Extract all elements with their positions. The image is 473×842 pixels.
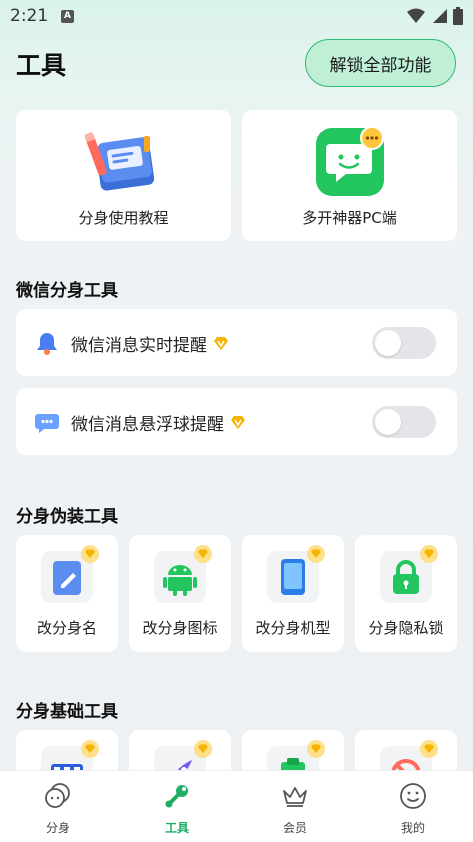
floating-bubble-icon <box>35 414 59 433</box>
rename-clone-label: 改分身名 <box>36 619 97 637</box>
wechat-realtime-alert-toggle[interactable] <box>372 327 436 359</box>
disguise-tools-title: 分身伪装工具 <box>16 507 118 527</box>
nav-tab-vip[interactable]: 会员 <box>255 781 335 836</box>
bottom-nav: 分身 工具 会员 我的 <box>0 770 473 842</box>
status-time: 2:21 <box>10 6 49 26</box>
change-model-tile[interactable]: 改分身机型 <box>242 535 344 652</box>
notification-icon: A <box>61 10 74 23</box>
wechat-realtime-alert-row[interactable]: 微信消息实时提醒 <box>16 309 457 376</box>
vip-diamond-icon <box>81 545 99 563</box>
toggle-knob <box>375 330 401 356</box>
privacy-lock-tile[interactable]: 分身隐私锁 <box>355 535 457 652</box>
vip-diamond-icon <box>194 545 212 563</box>
nav-tab-clone[interactable]: 分身 <box>18 781 98 836</box>
rename-clone-tile[interactable]: 改分身名 <box>16 535 118 652</box>
crown-icon <box>283 787 307 807</box>
wechat-floating-ball-toggle[interactable] <box>372 406 436 438</box>
smile-icon <box>400 783 426 809</box>
wechat-floating-ball-row[interactable]: 微信消息悬浮球提醒 <box>16 388 457 455</box>
lock-icon <box>380 545 438 603</box>
change-icon-label: 改分身图标 <box>142 619 218 637</box>
phone-icon <box>267 545 325 603</box>
vip-diamond-icon <box>307 545 325 563</box>
wechat-realtime-alert-label: 微信消息实时提醒 <box>71 336 207 356</box>
wechat-floating-ball-label: 微信消息悬浮球提醒 <box>71 415 224 435</box>
nav-label-clone: 分身 <box>45 821 70 835</box>
nav-tab-tools[interactable]: 工具 <box>137 781 217 836</box>
tutorial-card[interactable]: 分身使用教程 <box>16 110 231 241</box>
wechat-tools-title: 微信分身工具 <box>16 281 118 301</box>
change-model-label: 改分身机型 <box>255 619 331 637</box>
vip-diamond-icon <box>231 415 245 429</box>
tutorial-label: 分身使用教程 <box>78 209 169 227</box>
wrench-icon <box>165 785 188 808</box>
basic-tools-title: 分身基础工具 <box>16 702 118 722</box>
book-pencil-icon <box>84 122 164 202</box>
privacy-lock-label: 分身隐私锁 <box>368 619 444 637</box>
vip-diamond-icon <box>194 740 212 758</box>
vip-diamond-icon <box>420 740 438 758</box>
status-icons <box>407 7 463 25</box>
toggle-knob <box>375 409 401 435</box>
pc-client-card[interactable]: 多开神器PC端 <box>242 110 457 241</box>
vip-diamond-icon <box>307 740 325 758</box>
vip-diamond-icon <box>81 740 99 758</box>
status-bar: 2:21 A <box>0 0 473 32</box>
vip-diamond-icon <box>214 336 228 350</box>
clone-chat-icon <box>45 783 70 808</box>
change-icon-tile[interactable]: 改分身图标 <box>129 535 231 652</box>
nav-label-vip: 会员 <box>282 821 307 835</box>
android-icon <box>154 545 212 603</box>
chat-bubble-icon <box>310 122 390 202</box>
nav-label-tools: 工具 <box>164 821 189 835</box>
pc-client-label: 多开神器PC端 <box>302 209 397 227</box>
signal-icon <box>433 9 447 23</box>
nav-label-me: 我的 <box>400 821 425 835</box>
edit-name-icon <box>41 545 99 603</box>
battery-icon <box>453 7 463 25</box>
page-title: 工具 <box>16 51 67 80</box>
nav-tab-me[interactable]: 我的 <box>373 781 453 836</box>
unlock-all-button[interactable]: 解锁全部功能 <box>305 39 456 87</box>
bell-icon <box>37 333 57 355</box>
vip-diamond-icon <box>420 545 438 563</box>
wifi-icon <box>407 8 425 23</box>
